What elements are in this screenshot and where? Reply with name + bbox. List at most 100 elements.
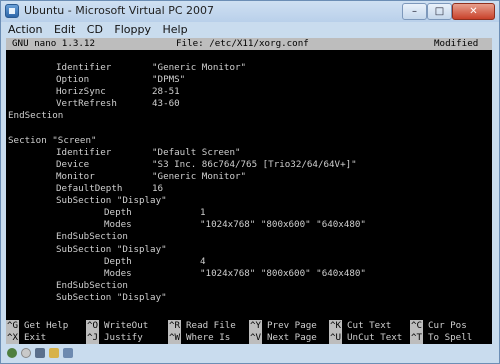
nano-filename: File: /etc/X11/xorg.conf (176, 38, 309, 49)
shortcut-label: UnCut Text (347, 332, 403, 343)
editor-line-text: Monitor (56, 170, 95, 182)
editor-line-text: "1024x768" "800x600" "640x480" (200, 267, 366, 279)
shortcut-label: Where Is (186, 332, 231, 343)
floppy-icon[interactable] (35, 348, 45, 358)
close-button[interactable]: ✕ (452, 3, 495, 20)
editor-line: DefaultDepth 16 (6, 183, 492, 195)
editor-line: SubSection "Display" (6, 244, 492, 256)
editor-line-text: 1 (200, 207, 206, 219)
editor-line-text: DefaultDepth (56, 183, 123, 194)
editor-line-text: Identifier (56, 146, 112, 158)
editor-line-text: EndSubSection (56, 231, 128, 243)
shortcut-key[interactable]: ^J (86, 332, 100, 344)
cd-icon[interactable] (21, 348, 31, 358)
editor-line-text: Device (56, 158, 90, 170)
shortcut-label: Prev Page (267, 320, 317, 331)
editor-line: Identifier "Default Screen" (6, 147, 492, 159)
shortcut-key[interactable]: ^T (410, 332, 424, 344)
shortcut-key[interactable]: ^G (6, 320, 20, 332)
virtual-pc-app-icon (5, 4, 19, 18)
shortcut-row-1: ^G Get Help ^O WriteOut ^R Read File ^Y Prev Pa… (6, 320, 492, 332)
shortcut-key[interactable]: ^V (249, 332, 263, 344)
menu-action[interactable]: Action (5, 22, 45, 37)
shortcut-key[interactable]: ^R (168, 320, 182, 332)
editor-line-text: "DPMS" (152, 74, 186, 86)
editor-line-text: 28-51 (152, 86, 180, 98)
shortcut-label: Cut Text (347, 320, 392, 331)
nano-status: Modified (434, 38, 479, 49)
editor-line: HorizSync 28-51 (6, 86, 492, 98)
window-title: Ubuntu - Microsoft Virtual PC 2007 (24, 4, 215, 17)
editor-line: Modes "1024x768" "800x600" "640x480" (6, 219, 492, 231)
editor-line-text: Depth (104, 207, 132, 219)
editor-line-text: "Generic Monitor" (152, 62, 247, 73)
editor-line: Identifier "Generic Monitor" (6, 62, 492, 74)
editor-line-text: Section "Screen" (8, 134, 97, 146)
shortcut-label: Cur Pos (428, 320, 467, 331)
menu-floppy[interactable]: Floppy (111, 22, 154, 37)
editor-line: VertRefresh 43-60 (6, 98, 492, 110)
menu-edit[interactable]: Edit (51, 22, 78, 37)
shortcut-key[interactable]: ^W (168, 332, 182, 344)
shortcut-label: Justify (104, 332, 143, 343)
shortcut-key[interactable]: ^K (329, 320, 343, 332)
shortcut-label: WriteOut (104, 320, 149, 331)
editor-line: Monitor "Generic Monitor" (6, 171, 492, 183)
editor-line-text: 4 (200, 255, 206, 267)
editor-line: Depth 4 (6, 256, 492, 268)
shortcut-label: Get Help (24, 320, 69, 331)
editor-line: Section "Screen" (6, 135, 492, 147)
network-icon[interactable] (63, 348, 73, 358)
editor-line-text: SubSection "Display" (56, 243, 167, 255)
power-icon[interactable] (7, 348, 17, 358)
shortcut-row-2: ^X Exit ^J Justify ^W Where Is ^V Next Page ^U Un… (6, 332, 492, 344)
editor-line-text: "Generic Monitor" (152, 170, 247, 182)
editor-line-text: "S3 Inc. 86c764/765 [Trio32/64/64V+]" (152, 158, 357, 170)
editor-line-text: EndSubSection (56, 279, 128, 291)
shortcut-key[interactable]: ^X (6, 332, 20, 344)
editor-line: EndSection (6, 110, 492, 122)
shortcut-label: Read File (186, 320, 236, 331)
shortcut-key[interactable]: ^O (86, 320, 100, 332)
menu-help[interactable]: Help (160, 22, 191, 37)
menu-bar: Action Edit CD Floppy Help (5, 22, 495, 37)
shortcut-key[interactable]: ^Y (249, 320, 263, 332)
editor-line: EndSubSection (6, 280, 492, 292)
menu-cd[interactable]: CD (84, 22, 106, 37)
editor-line: Modes "1024x768" "800x600" "640x480" (6, 268, 492, 280)
editor-line: SubSection "Display" (6, 292, 492, 304)
editor-line-text: VertRefresh (56, 98, 117, 110)
nano-version: GNU nano 1.3.12 (12, 38, 95, 49)
shortcut-label: To Spell (428, 332, 473, 343)
shortcut-label: Next Page (267, 332, 317, 343)
shortcut-key[interactable]: ^U (329, 332, 343, 344)
nano-header-bar: GNU nano 1.3.12 File: /etc/X11/xorg.conf… (6, 38, 492, 50)
editor-line-text: SubSection "Display" (56, 195, 167, 207)
editor-line-text: 16 (152, 183, 164, 194)
editor-line-text: Modes (104, 267, 132, 279)
shortcut-key[interactable]: ^C (410, 320, 424, 332)
status-bar (5, 344, 495, 362)
editor-line-text: Modes (104, 219, 132, 231)
editor-line-text: Option (56, 74, 90, 86)
title-bar[interactable]: Ubuntu - Microsoft Virtual PC 2007 – □ ✕ (1, 1, 499, 22)
maximize-button[interactable]: □ (427, 3, 452, 20)
editor-line-text: HorizSync (56, 86, 106, 98)
editor-line: EndSubSection (6, 231, 492, 243)
editor-line: Depth 1 (6, 207, 492, 219)
shortcut-label: Exit (24, 332, 47, 343)
editor-line-text: 43-60 (152, 98, 180, 110)
editor-line-text: EndSection (8, 110, 64, 122)
folder-icon[interactable] (49, 348, 59, 358)
virtual-pc-window: Ubuntu - Microsoft Virtual PC 2007 – □ ✕… (0, 0, 500, 364)
editor-line-text: SubSection "Display" (56, 291, 167, 303)
editor-line-text: Depth (104, 255, 132, 267)
editor-line-text: "Default Screen" (152, 146, 241, 158)
minimize-button[interactable]: – (402, 3, 427, 20)
editor-line: Option "DPMS" (6, 74, 492, 86)
editor-line-text: "1024x768" "800x600" "640x480" (200, 219, 366, 231)
editor-line: SubSection "Display" (6, 195, 492, 207)
editor-line-text: Identifier (56, 62, 112, 73)
guest-screen[interactable]: GNU nano 1.3.12 File: /etc/X11/xorg.conf… (6, 38, 492, 344)
